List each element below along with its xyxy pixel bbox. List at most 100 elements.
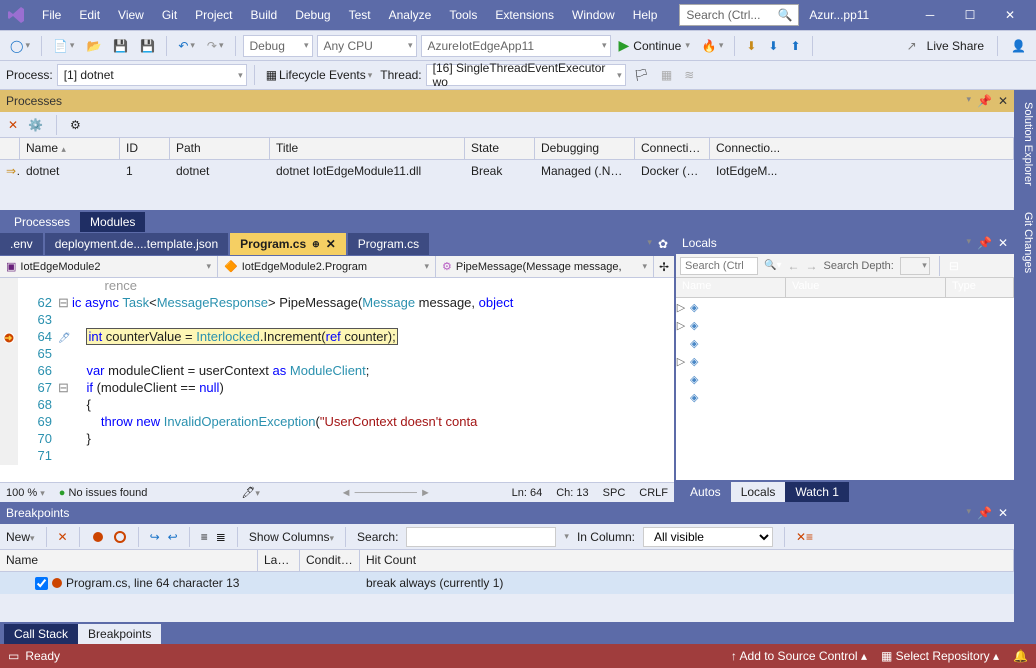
liveshare-button[interactable]: Live Share <box>923 35 988 57</box>
new-breakpoint-button[interactable]: New▾ <box>6 530 35 544</box>
hscroll[interactable]: ◄ ──────── ► <box>274 487 498 499</box>
bp-search-input[interactable] <box>406 527 556 547</box>
doc-dropdown-icon[interactable]: ▾ <box>647 237 652 251</box>
continue-button[interactable]: ▶Continue▾ <box>615 35 694 57</box>
close-icon[interactable]: ✕ <box>326 237 336 251</box>
delete-icon[interactable]: ✕ <box>58 530 68 544</box>
menu-view[interactable]: View <box>110 4 152 26</box>
local-row[interactable]: ◈ counterVal...0int <box>676 334 1014 352</box>
breakpoint-arrow-icon[interactable] <box>2 331 16 345</box>
col-conn1[interactable]: Connectio... <box>635 138 710 159</box>
config-dropdown[interactable]: Debug <box>243 35 313 57</box>
depth-dropdown[interactable]: ▾ <box>900 257 930 275</box>
git-changes-tab[interactable]: Git Changes <box>1014 206 1036 279</box>
col-debugging[interactable]: Debugging <box>535 138 635 159</box>
menu-debug[interactable]: Debug <box>287 4 338 26</box>
menu-build[interactable]: Build <box>243 4 286 26</box>
tab-autos[interactable]: Autos <box>680 482 731 502</box>
title-search-input[interactable]: Search (Ctrl... 🔍 <box>679 4 799 26</box>
menu-analyze[interactable]: Analyze <box>381 4 440 26</box>
doc-settings-icon[interactable]: ✿ <box>658 237 668 251</box>
nav-method-dropdown[interactable]: ⚙PipeMessage(Message message,▾ <box>436 256 654 277</box>
pin-icon[interactable]: 📌 <box>977 236 992 250</box>
local-row[interactable]: ◈ messageB...nullbyte[] <box>676 370 1014 388</box>
local-row[interactable]: ▷◈ message{Microsoft.Azure.Devices.Cl...… <box>676 298 1014 316</box>
zoom-dropdown[interactable]: 100 % ▾ <box>6 487 45 499</box>
show-columns-button[interactable]: Show Columns▾ <box>249 530 334 544</box>
flag-button[interactable]: 🏳 <box>630 64 653 86</box>
maximize-button[interactable]: ☐ <box>960 5 980 25</box>
output-icon[interactable]: ▭ <box>8 649 19 663</box>
process-row[interactable]: ⇒ dotnet 1 dotnet dotnet IotEdgeModule11… <box>0 160 1014 182</box>
col-title[interactable]: Title <box>270 138 465 159</box>
nav-back-button[interactable]: ◯▾ <box>6 35 34 57</box>
bp-enabled-checkbox[interactable] <box>35 577 48 590</box>
hot-reload-button[interactable]: 🔥▾ <box>698 35 727 57</box>
step-out-button[interactable]: ⬆ <box>786 35 804 57</box>
pin-icon[interactable]: 📌 <box>977 506 992 520</box>
close-button[interactable]: ✕ <box>1000 5 1020 25</box>
filter-icon[interactable]: ⚙ <box>70 118 81 132</box>
menu-help[interactable]: Help <box>625 4 666 26</box>
pin-icon[interactable]: ⊕ <box>312 239 320 250</box>
export-icon[interactable]: ↪ <box>150 530 160 544</box>
add-source-control-button[interactable]: ↑ Add to Source Control ▴ <box>731 649 867 663</box>
menu-extensions[interactable]: Extensions <box>487 4 562 26</box>
startup-dropdown[interactable]: AzureIotEdgeApp11 <box>421 35 611 57</box>
menu-git[interactable]: Git <box>154 4 185 26</box>
expander-icon[interactable]: ▷ <box>676 301 686 314</box>
issues-indicator[interactable]: ● No issues found <box>59 487 148 499</box>
menu-edit[interactable]: Edit <box>71 4 108 26</box>
expander-icon[interactable]: ▷ <box>676 319 686 332</box>
col-type[interactable]: Type <box>946 278 1014 297</box>
doc-tab-program2[interactable]: Program.cs <box>348 233 429 255</box>
goto-disasm-icon[interactable]: ≣ <box>216 530 226 544</box>
local-row[interactable]: ▷◈ moduleCli...nullMicros... <box>676 352 1014 370</box>
redo-button[interactable]: ↷▾ <box>203 35 228 57</box>
col-labels[interactable]: Labels <box>258 550 300 571</box>
nav-project-dropdown[interactable]: ▣IotEdgeModule2▾ <box>0 256 218 277</box>
quick-actions-icon[interactable]: 🖊▾ <box>241 486 260 499</box>
incolumn-dropdown[interactable]: All visible <box>643 527 773 547</box>
menu-window[interactable]: Window <box>564 4 623 26</box>
threads-button[interactable]: ≋ <box>680 64 698 86</box>
close-icon[interactable]: ✕ <box>998 506 1008 520</box>
quick-actions-icon[interactable]: 🖊 <box>58 333 71 344</box>
tab-processes[interactable]: Processes <box>4 212 80 232</box>
col-name[interactable]: Name ▴ <box>20 138 120 159</box>
col-conn2[interactable]: Connectio... <box>710 138 1014 159</box>
import-icon[interactable]: ↩ <box>168 530 178 544</box>
new-item-button[interactable]: 📄▾ <box>49 35 78 57</box>
menu-test[interactable]: Test <box>341 4 379 26</box>
tab-watch1[interactable]: Watch 1 <box>785 482 849 502</box>
col-hitcount[interactable]: Hit Count <box>360 550 1014 571</box>
lifecycle-events-button[interactable]: ▦ Lifecycle Events▾ <box>262 64 377 86</box>
toolbar-icon[interactable]: ⊟ <box>949 259 959 273</box>
thread-dropdown[interactable]: [16] SingleThreadEventExecutor wo <box>426 64 626 86</box>
dropdown-icon[interactable]: ▾ <box>966 506 971 520</box>
process-settings-icon[interactable]: ⚙️ <box>28 118 43 132</box>
menu-project[interactable]: Project <box>187 4 240 26</box>
undo-button[interactable]: ↶▾ <box>174 35 199 57</box>
tab-breakpoints[interactable]: Breakpoints <box>78 624 161 644</box>
code-area[interactable]: rence 62⊟ic async Task<MessageResponse> … <box>0 278 674 482</box>
tab-callstack[interactable]: Call Stack <box>4 624 78 644</box>
solution-explorer-tab[interactable]: Solution Explorer <box>1014 96 1036 192</box>
pin-icon[interactable]: 📌 <box>977 94 992 108</box>
account-icon[interactable]: 👤 <box>1007 35 1030 57</box>
detach-icon[interactable]: ✕ <box>8 118 18 132</box>
col-state[interactable]: State <box>465 138 535 159</box>
nav-class-dropdown[interactable]: 🔶IotEdgeModule2.Program▾ <box>218 256 436 277</box>
col-id[interactable]: ID <box>120 138 170 159</box>
menu-file[interactable]: File <box>34 4 69 26</box>
doc-tab-deployment[interactable]: deployment.de....template.json <box>45 233 228 255</box>
nav-fwd-icon[interactable]: → <box>805 259 817 273</box>
save-button[interactable]: 💾 <box>109 35 132 57</box>
save-all-button[interactable]: 💾 <box>136 35 159 57</box>
doc-tab-program-active[interactable]: Program.cs ⊕ ✕ <box>230 233 346 255</box>
dropdown-icon[interactable]: ▾ <box>966 236 971 250</box>
tab-modules[interactable]: Modules <box>80 212 145 232</box>
close-icon[interactable]: ✕ <box>998 236 1008 250</box>
platform-dropdown[interactable]: Any CPU <box>317 35 417 57</box>
search-icon[interactable]: 🔍▾ <box>764 260 781 271</box>
